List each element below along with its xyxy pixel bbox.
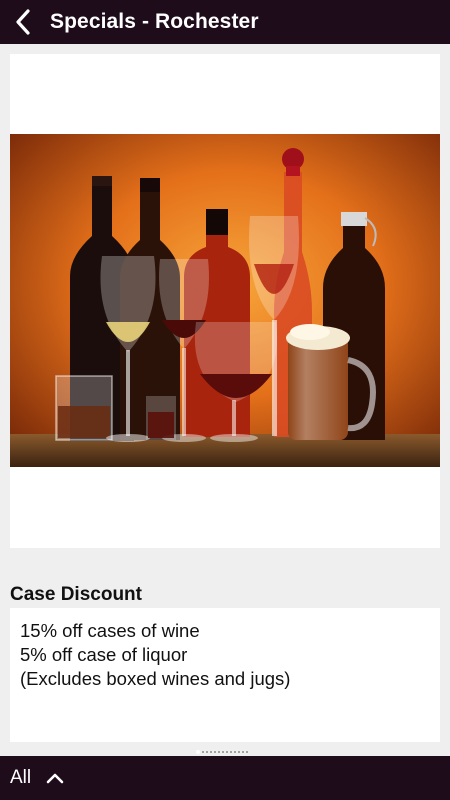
all-label: All [10,767,32,788]
special-image-card [10,54,440,548]
description-line-2: 5% off case of liquor [20,644,188,665]
special-description-card: 15% off cases of wine 5% off case of liq… [10,608,440,742]
description-line-3: (Excludes boxed wines and jugs) [20,668,291,689]
page-dot[interactable] [238,751,240,753]
page-indicator [196,750,248,754]
page-dot[interactable] [226,751,228,753]
page-dot[interactable] [246,751,248,753]
page-dot-active[interactable] [196,750,200,754]
chevron-left-icon [16,9,30,35]
special-photo [10,134,440,467]
top-app-bar: Specials - Rochester [0,0,450,44]
page-dot[interactable] [202,751,204,753]
all-specials-button[interactable]: All [10,756,65,800]
specials-screen: Specials - Rochester Case Discount 15% o… [0,0,450,800]
page-dot[interactable] [230,751,232,753]
page-dot[interactable] [206,751,208,753]
chevron-up-icon [45,771,65,785]
special-title: Case Discount [10,584,142,605]
bottom-bar: All [0,756,450,800]
description-line-1: 15% off cases of wine [20,620,200,641]
page-dot[interactable] [242,751,244,753]
page-title: Specials - Rochester [50,10,259,33]
back-button[interactable] [4,0,42,44]
page-dot[interactable] [214,751,216,753]
page-dot[interactable] [222,751,224,753]
page-dot[interactable] [218,751,220,753]
page-dot[interactable] [234,751,236,753]
page-dot[interactable] [210,751,212,753]
